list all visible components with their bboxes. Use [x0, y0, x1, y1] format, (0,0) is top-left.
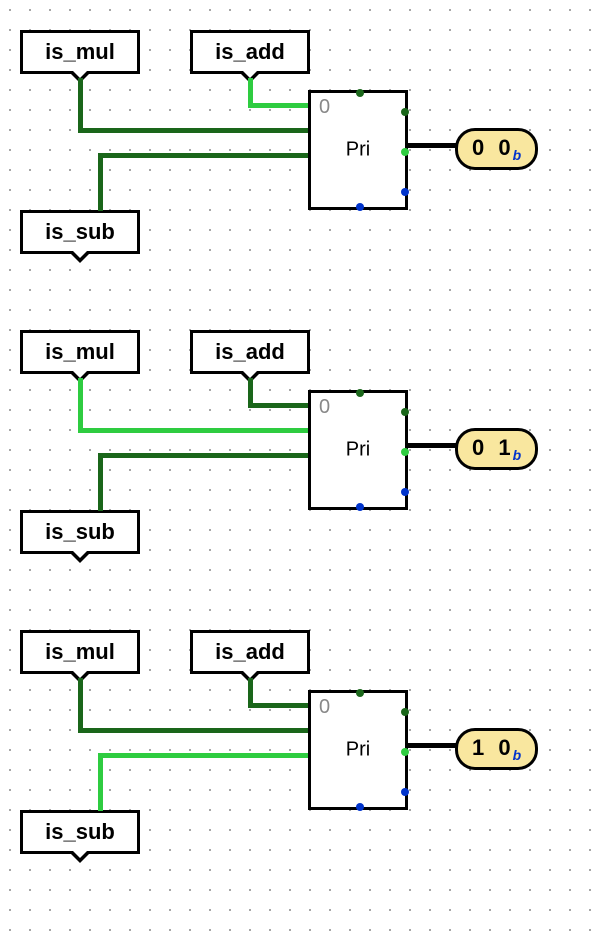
input-label: is_add: [215, 339, 285, 364]
wire-is-mul-2-h: [78, 428, 308, 433]
port-dot: [401, 448, 409, 456]
input-label: is_mul: [45, 639, 115, 664]
port-dot: [401, 748, 409, 756]
wire-is-mul-1-h: [78, 128, 308, 133]
output-base: b: [513, 447, 522, 463]
port-dot: [356, 689, 364, 697]
wire-is-add-2-h: [248, 403, 308, 408]
port-dot: [401, 708, 409, 716]
wire-is-sub-3-h: [98, 753, 308, 758]
input-is-sub-2[interactable]: is_sub: [20, 510, 140, 554]
wire-output-1: [408, 143, 458, 148]
wire-is-mul-3-h: [78, 728, 308, 733]
port-dot: [401, 788, 409, 796]
input-label: is_add: [215, 39, 285, 64]
input-is-mul-3[interactable]: is_mul: [20, 630, 140, 674]
wire-is-add-3-h: [248, 703, 308, 708]
port-dot: [401, 108, 409, 116]
wire-is-sub-2-h: [98, 453, 308, 458]
input-is-sub-1[interactable]: is_sub: [20, 210, 140, 254]
wire-is-sub-2-v: [98, 453, 103, 511]
port-dot: [356, 389, 364, 397]
port-dot: [401, 488, 409, 496]
wire-is-mul-1-v: [78, 78, 83, 133]
port-dot: [356, 503, 364, 511]
encoder-zero-marker: 0: [319, 396, 330, 419]
encoder-label: Pri: [346, 439, 370, 462]
input-is-add-2[interactable]: is_add: [190, 330, 310, 374]
output-value-2: 0 1b: [455, 428, 538, 470]
wire-is-sub-1-h: [98, 153, 308, 158]
encoder-zero-marker: 0: [319, 96, 330, 119]
output-value-1: 0 0b: [455, 128, 538, 170]
input-label: is_mul: [45, 39, 115, 64]
priority-encoder-1[interactable]: 0 Pri: [308, 90, 408, 210]
input-is-sub-3[interactable]: is_sub: [20, 810, 140, 854]
output-base: b: [513, 747, 522, 763]
output-text: 1 0: [472, 735, 515, 760]
priority-encoder-3[interactable]: 0 Pri: [308, 690, 408, 810]
input-is-mul-2[interactable]: is_mul: [20, 330, 140, 374]
encoder-label: Pri: [346, 739, 370, 762]
input-is-add-3[interactable]: is_add: [190, 630, 310, 674]
input-label: is_add: [215, 639, 285, 664]
wire-output-3: [408, 743, 458, 748]
port-dot: [356, 89, 364, 97]
input-label: is_mul: [45, 339, 115, 364]
wire-is-add-1-h: [248, 103, 308, 108]
wire-is-mul-3-v: [78, 678, 83, 733]
wire-output-2: [408, 443, 458, 448]
output-base: b: [513, 147, 522, 163]
encoder-label: Pri: [346, 139, 370, 162]
port-dot: [356, 203, 364, 211]
input-is-mul-1[interactable]: is_mul: [20, 30, 140, 74]
input-label: is_sub: [45, 519, 115, 544]
port-dot: [401, 408, 409, 416]
input-is-add-1[interactable]: is_add: [190, 30, 310, 74]
output-text: 0 0: [472, 135, 515, 160]
port-dot: [401, 188, 409, 196]
wire-is-sub-1-v: [98, 153, 103, 211]
output-text: 0 1: [472, 435, 515, 460]
wire-is-mul-2-v: [78, 378, 83, 433]
wire-is-sub-3-v: [98, 753, 103, 811]
input-label: is_sub: [45, 219, 115, 244]
port-dot: [356, 803, 364, 811]
encoder-zero-marker: 0: [319, 696, 330, 719]
port-dot: [401, 148, 409, 156]
priority-encoder-2[interactable]: 0 Pri: [308, 390, 408, 510]
input-label: is_sub: [45, 819, 115, 844]
diagram-canvas: is_mul is_add is_sub 0 Pri 0 0b is_mul i…: [0, 0, 602, 938]
output-value-3: 1 0b: [455, 728, 538, 770]
